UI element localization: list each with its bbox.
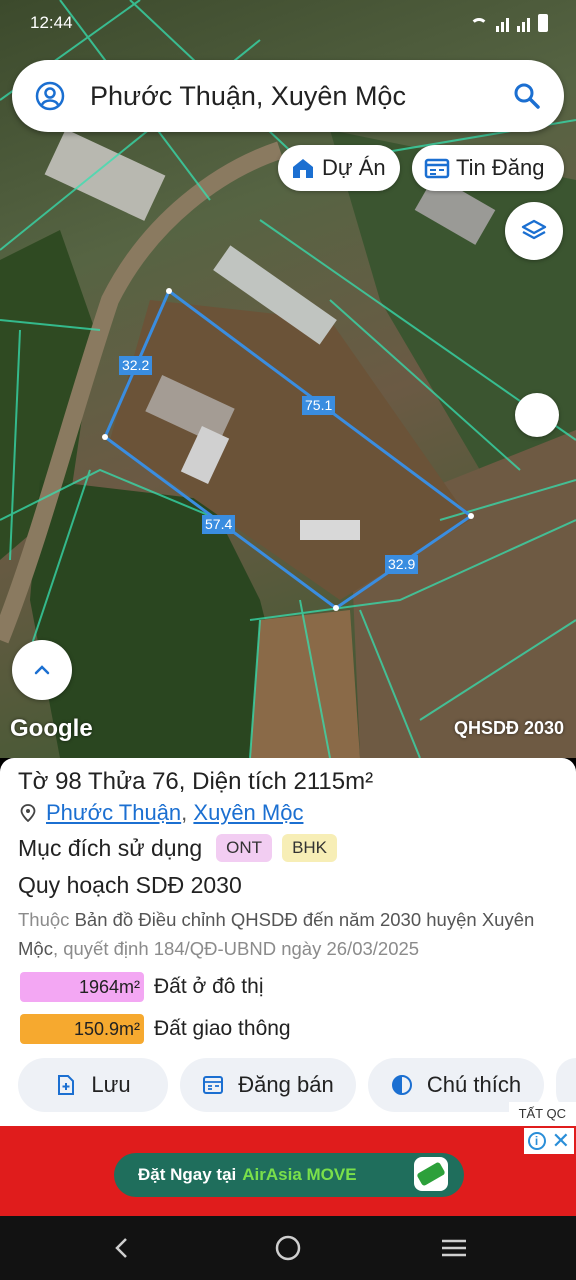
recents-icon [442,1239,466,1257]
search-bar[interactable]: Phước Thuận, Xuyên Mộc [12,60,564,132]
contrast-icon [391,1075,412,1095]
chevron-up-icon [34,665,50,675]
parcel-info-panel: Tờ 98 Thửa 76, Diện tích 2115m² Phước Th… [0,758,576,1126]
land-use-row: 150.9m² Đất giao thông [20,1014,291,1044]
status-icons [470,12,548,32]
post-sale-button[interactable]: Đăng bán [180,1058,356,1112]
ad-close-icon[interactable]: ✕ [552,1130,570,1152]
building-icon [293,159,313,178]
dimension-label-3: 57.4 [202,515,236,534]
battery-icon [538,14,548,32]
tin-dang-label: Tin Đăng [456,155,545,180]
land-use-area: 1964m² [20,972,144,1002]
google-logo: Google [10,715,93,742]
nav-recents-button[interactable] [434,1230,474,1266]
listing-icon [203,1076,224,1094]
ad-controls: i ✕ [523,1128,574,1154]
land-use-name: Đất giao thông [154,1017,291,1040]
layers-button[interactable] [505,202,563,260]
ad-info-icon[interactable]: i [527,1132,546,1150]
dimension-label-2: 75.1 [302,396,336,415]
district-link[interactable]: Xuyên Mộc [193,800,303,826]
add-file-icon [58,1075,75,1095]
save-button[interactable]: Lưu [18,1058,168,1112]
ad-banner[interactable]: Đặt Ngay tại AirAsia MOVE i ✕ [0,1126,576,1216]
ad-cta[interactable]: Đặt Ngay tại AirAsia MOVE [114,1153,464,1197]
land-purpose-row: Mục đích sử dụng ONT BHK [18,834,338,862]
layers-icon [521,219,547,240]
nav-back-button[interactable] [102,1230,142,1266]
wifi-icon [470,18,488,32]
ward-link[interactable]: Phước Thuận [46,800,181,826]
home-icon [275,1235,301,1261]
purpose-badge-bhk: BHK [282,834,338,862]
land-use-name: Đất ở đô thị [154,975,264,998]
status-bar: 12:44 [0,0,576,46]
tin-dang-button[interactable]: Tin Đăng [412,145,564,191]
land-use-area: 150.9m² [20,1014,144,1044]
post-sale-label: Đăng bán [238,1072,334,1097]
save-label: Lưu [91,1072,131,1097]
plan-layer-label: QHSDĐ 2030 [453,718,564,738]
location-button[interactable] [515,393,559,437]
plan-title: Quy hoạch SDĐ 2030 [18,872,242,898]
search-icon[interactable] [512,81,542,111]
ad-cta-text: Đặt Ngay tại [138,1165,237,1184]
land-use-row: 1964m² Đất ở đô thị [20,972,264,1002]
ad-brand: AirAsia MOVE [242,1165,357,1184]
du-an-button[interactable]: Dự Án [278,145,400,191]
parcel-title: Tờ 98 Thửa 76, Diện tích 2115m² [18,768,374,795]
account-icon[interactable] [34,80,66,112]
ad-app-icon [414,1157,448,1191]
search-input[interactable]: Phước Thuận, Xuyên Mộc [90,81,512,112]
ad-label: TẤT QC [508,1102,576,1126]
nav-home-button[interactable] [268,1230,308,1266]
location-pin-icon [20,804,36,822]
expand-panel-button[interactable] [12,640,72,700]
desc-suffix: , quyết định 184/QĐ-UBND ngày 26/03/2025 [52,938,420,959]
system-nav-bar [0,1216,576,1280]
signal-icon [496,18,509,32]
listing-icon [424,158,450,179]
dimension-label-1: 32.2 [119,356,153,375]
dimension-label-4: 32.9 [385,555,419,574]
purpose-badge-ont: ONT [216,834,273,862]
map-view[interactable]: 12:44 Phước Thuận, Xuyên Mộc Dự Án Tin Đ… [0,0,576,758]
parcel-location: Phước Thuận, Xuyên Mộc [20,800,303,826]
plan-description: Thuộc Bản đồ Điều chỉnh QHSDĐ đến năm 20… [18,905,563,963]
desc-prefix: Thuộc [18,909,70,930]
back-icon [115,1238,127,1258]
status-time: 12:44 [30,13,73,32]
purpose-label: Mục đích sử dụng [18,834,203,861]
du-an-label: Dự Án [322,155,386,180]
signal-icon-2 [517,18,530,32]
legend-label: Chú thích [426,1072,522,1097]
